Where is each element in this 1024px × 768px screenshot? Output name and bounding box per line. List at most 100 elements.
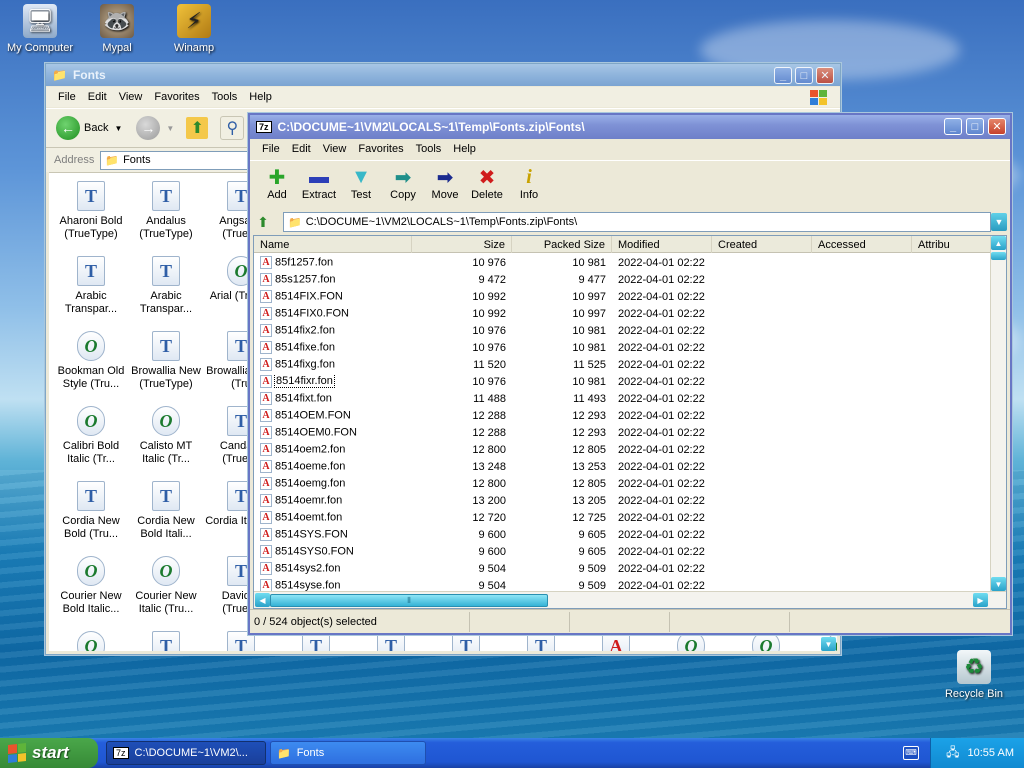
- 7zip-window[interactable]: 7z C:\DOCUME~1\VM2\LOCALS~1\Temp\Fonts.z…: [248, 113, 1012, 635]
- file-row[interactable]: A 8514OEM0.FON 12 288 12 293 2022-04-01 02:2…: [254, 424, 990, 441]
- font-item[interactable]: T Cordia New Bold (Tru...: [53, 481, 129, 541]
- column-header-packed-size[interactable]: Packed Size: [512, 236, 612, 253]
- file-row[interactable]: A 8514fix2.fon 10 976 10 981 2022-04-01 02:2…: [254, 322, 990, 339]
- folder-up-icon[interactable]: ⬆: [186, 117, 209, 139]
- vertical-scrollbar[interactable]: ▲ ▼: [990, 236, 1006, 591]
- menu-tools[interactable]: Tools: [410, 143, 448, 155]
- menu-favorites[interactable]: Favorites: [352, 143, 409, 155]
- file-row[interactable]: A 8514oemt.fon 12 720 12 725 2022-04-01 02:2…: [254, 509, 990, 526]
- start-button[interactable]: start: [0, 738, 98, 768]
- column-header-name[interactable]: Name: [254, 236, 412, 253]
- menu-view[interactable]: View: [113, 91, 149, 103]
- file-row[interactable]: A 8514oeme.fon 13 248 13 253 2022-04-01 02:2…: [254, 458, 990, 475]
- explorer-titlebar[interactable]: 📁 Fonts _ □ ✕: [46, 64, 840, 86]
- toolbar-button-delete[interactable]: ✖ Delete: [466, 161, 508, 210]
- toolbar-button-info[interactable]: i Info: [508, 161, 550, 210]
- forward-arrow-icon[interactable]: →: [136, 116, 161, 140]
- toolbar-button-move[interactable]: ➡ Move: [424, 161, 466, 210]
- font-item[interactable]: T Aharoni Bold (TrueType): [53, 181, 129, 241]
- menu-edit[interactable]: Edit: [286, 143, 317, 155]
- desktop-icon-recycle-bin[interactable]: ♻ Recycle Bin: [934, 650, 1014, 700]
- menu-file[interactable]: File: [256, 143, 286, 155]
- scroll-thumb[interactable]: [991, 252, 1006, 260]
- path-field[interactable]: 📁 C:\DOCUME~1\VM2\LOCALS~1\Temp\Fonts.zi…: [283, 212, 991, 232]
- font-item[interactable]: O Calibri Bold Italic (Tr...: [53, 406, 129, 466]
- toolbar-button-test[interactable]: ▼ Test: [340, 161, 382, 210]
- file-row[interactable]: A 8514FIX0.FON 10 992 10 997 2022-04-01 02:2…: [254, 305, 990, 322]
- file-row[interactable]: A 8514oemr.fon 13 200 13 205 2022-04-01 02:2…: [254, 492, 990, 509]
- file-row[interactable]: A 85s1257.fon 9 472 9 477 2022-04-01 02:22: [254, 271, 990, 288]
- toolbar-button-add[interactable]: ✚ Add: [256, 161, 298, 210]
- font-item[interactable]: O Bookman Old Style (Tru...: [53, 331, 129, 391]
- file-row[interactable]: A 8514fixr.fon 10 976 10 981 2022-04-01 02:2…: [254, 373, 990, 390]
- minimize-button[interactable]: _: [944, 118, 962, 135]
- toolbar-button-extract[interactable]: ▬ Extract: [298, 161, 340, 210]
- column-header-attributes[interactable]: Attribu: [912, 236, 1002, 253]
- column-header-accessed[interactable]: Accessed: [812, 236, 912, 253]
- file-row[interactable]: A 8514oemg.fon 12 800 12 805 2022-04-01 02:2…: [254, 475, 990, 492]
- file-row[interactable]: A 8514SYS0.FON 9 600 9 605 2022-04-01 02:22: [254, 543, 990, 560]
- search-icon[interactable]: ⚲: [220, 116, 245, 140]
- scroll-down-button[interactable]: ▼: [991, 577, 1006, 591]
- file-row[interactable]: A 8514sys2.fon 9 504 9 509 2022-04-01 02:22: [254, 560, 990, 577]
- file-row[interactable]: A 8514fixg.fon 11 520 11 525 2022-04-01 02:2…: [254, 356, 990, 373]
- menu-view[interactable]: View: [317, 143, 353, 155]
- menu-edit[interactable]: Edit: [82, 91, 113, 103]
- scroll-right-button[interactable]: ▶: [973, 593, 988, 607]
- file-packed-size: 12 293: [572, 409, 606, 422]
- network-icon[interactable]: 🖧: [946, 743, 959, 764]
- maximize-button[interactable]: □: [795, 67, 813, 84]
- file-row[interactable]: A 8514OEM.FON 12 288 12 293 2022-04-01 02:22: [254, 407, 990, 424]
- menu-file[interactable]: File: [52, 91, 82, 103]
- toolbar-button-copy[interactable]: ➡ Copy: [382, 161, 424, 210]
- scroll-down-button[interactable]: ▼: [821, 637, 836, 651]
- menu-tools[interactable]: Tools: [206, 91, 244, 103]
- font-item[interactable]: O: [53, 631, 129, 651]
- font-item[interactable]: O Courier New Bold Italic...: [53, 556, 129, 616]
- file-list[interactable]: Name Size Packed Size Modified Created A…: [253, 235, 1007, 609]
- close-button[interactable]: ✕: [988, 118, 1006, 135]
- chevron-down-icon[interactable]: ▼: [166, 124, 174, 133]
- font-item[interactable]: T: [128, 631, 204, 651]
- minimize-button[interactable]: _: [774, 67, 792, 84]
- close-button[interactable]: ✕: [816, 67, 834, 84]
- menu-help[interactable]: Help: [447, 143, 482, 155]
- font-item[interactable]: O Courier New Italic (Tru...: [128, 556, 204, 616]
- file-row[interactable]: A 8514FIX.FON 10 992 10 997 2022-04-01 02:22: [254, 288, 990, 305]
- font-item[interactable]: T Andalus (TrueType): [128, 181, 204, 241]
- desktop-icon-my-computer[interactable]: 🖥 My Computer: [0, 4, 80, 54]
- taskbar-button-7zip[interactable]: 7z C:\DOCUME~1\VM2\...: [106, 741, 266, 765]
- horizontal-scrollbar[interactable]: ◀ ⦀ ▶: [254, 591, 1006, 608]
- chevron-down-icon[interactable]: ▼: [114, 124, 122, 133]
- font-item[interactable]: O Calisto MT Italic (Tr...: [128, 406, 204, 466]
- file-row[interactable]: A 8514fixe.fon 10 976 10 981 2022-04-01 02:2…: [254, 339, 990, 356]
- font-item[interactable]: T Arabic Transpar...: [53, 256, 129, 316]
- font-item[interactable]: T Browallia New (TrueType): [128, 331, 204, 391]
- scroll-left-button[interactable]: ◀: [255, 593, 270, 607]
- back-button-label[interactable]: Back: [84, 122, 108, 134]
- file-row[interactable]: A 8514fixt.fon 11 488 11 493 2022-04-01 02:2…: [254, 390, 990, 407]
- column-header-created[interactable]: Created: [712, 236, 812, 253]
- file-row[interactable]: A 8514oem2.fon 12 800 12 805 2022-04-01 02:2…: [254, 441, 990, 458]
- desktop-icon-mypal[interactable]: 🦝 Mypal: [77, 4, 157, 54]
- font-item[interactable]: T Cordia New Bold Itali...: [128, 481, 204, 541]
- file-row[interactable]: A 85f1257.fon 10 976 10 981 2022-04-01 02:22: [254, 254, 990, 271]
- scroll-up-button[interactable]: ▲: [991, 236, 1006, 250]
- font-item[interactable]: T Arabic Transpar...: [128, 256, 204, 316]
- menu-help[interactable]: Help: [243, 91, 278, 103]
- 7zip-titlebar[interactable]: 7z C:\DOCUME~1\VM2\LOCALS~1\Temp\Fonts.z…: [250, 115, 1010, 139]
- column-header-modified[interactable]: Modified: [612, 236, 712, 253]
- taskbar-button-fonts[interactable]: 📁 Fonts: [270, 741, 426, 765]
- column-header-size[interactable]: Size: [412, 236, 512, 253]
- folder-up-icon[interactable]: ⬆: [253, 212, 273, 232]
- path-dropdown-button[interactable]: ▼: [991, 213, 1007, 231]
- file-row[interactable]: A 8514SYS.FON 9 600 9 605 2022-04-01 02:22: [254, 526, 990, 543]
- desktop-icon-winamp[interactable]: ⚡ Winamp: [154, 4, 234, 54]
- vertical-scrollbar[interactable]: ▼: [821, 637, 837, 651]
- keyboard-icon[interactable]: ⌨: [903, 746, 919, 760]
- menu-favorites[interactable]: Favorites: [148, 91, 205, 103]
- clock[interactable]: 10:55 AM: [968, 747, 1014, 759]
- back-arrow-icon[interactable]: ←: [56, 116, 80, 140]
- maximize-button[interactable]: □: [966, 118, 984, 135]
- horizontal-scroll-thumb[interactable]: ⦀: [270, 594, 548, 607]
